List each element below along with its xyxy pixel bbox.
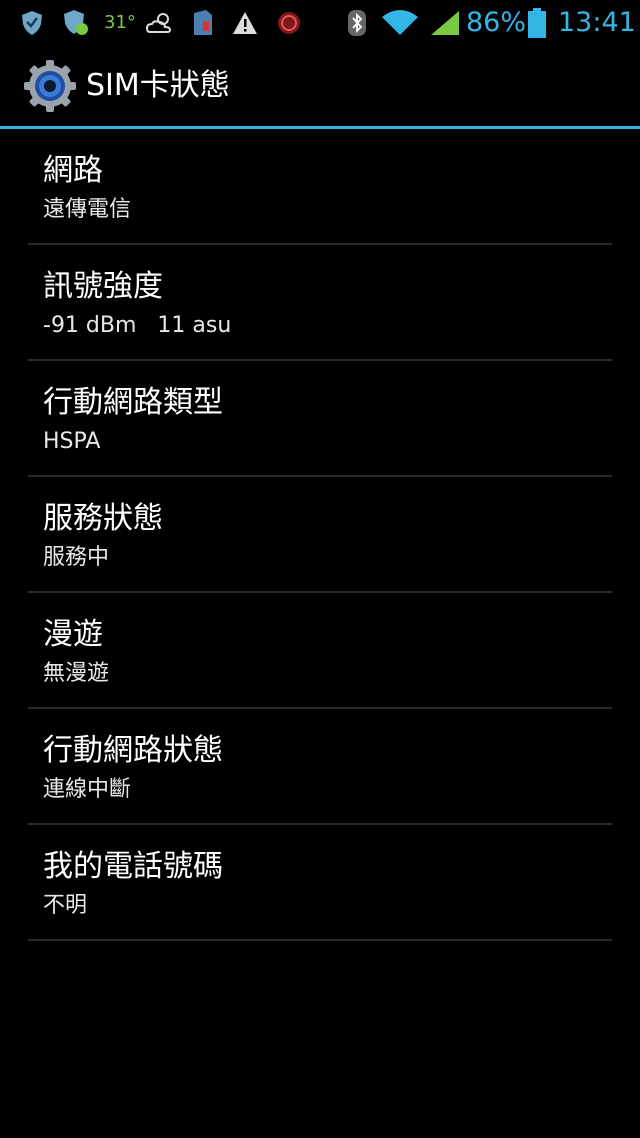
page-title: SIM卡狀態: [86, 68, 230, 103]
shield-check-icon: [62, 8, 90, 38]
item-title: 漫遊: [43, 617, 103, 652]
item-summary: 連線中斷: [43, 777, 132, 802]
list-item-roaming[interactable]: 漫遊 無漫遊: [28, 593, 612, 709]
sim-status-list: 網路 遠傳電信 訊號強度 -91 dBm 11 asu 行動網路類型 HSPA …: [28, 129, 612, 941]
temperature-text: 31°: [104, 12, 136, 33]
bluetooth-icon: [345, 8, 369, 38]
item-title: 訊號強度: [43, 269, 163, 304]
action-bar: SIM卡狀態: [0, 46, 640, 126]
item-summary: -91 dBm 11 asu: [43, 313, 232, 338]
list-item-phone-number[interactable]: 我的電話號碼 不明: [28, 825, 612, 941]
battery-percent: 86%: [466, 7, 527, 38]
warning-icon: [231, 8, 259, 38]
notification-badge-icon: [275, 8, 303, 38]
item-title: 我的電話號碼: [43, 849, 223, 884]
item-summary: 無漫遊: [43, 661, 110, 686]
item-summary: 不明: [43, 893, 88, 918]
battery-icon: [526, 8, 548, 38]
list-item-network[interactable]: 網路 遠傳電信: [28, 129, 612, 245]
sim-card-icon: [190, 8, 216, 38]
list-item-service-state[interactable]: 服務狀態 服務中: [28, 477, 612, 593]
item-title: 服務狀態: [43, 501, 163, 536]
item-summary: 服務中: [43, 545, 110, 570]
list-item-network-type[interactable]: 行動網路類型 HSPA: [28, 361, 612, 477]
shield-icon: [18, 8, 46, 38]
item-title: 行動網路類型: [43, 385, 223, 420]
item-summary: 遠傳電信: [43, 197, 132, 222]
item-title: 行動網路狀態: [43, 733, 223, 768]
weather-cloud-sun-icon: [145, 8, 175, 38]
clock: 13:41: [558, 7, 636, 38]
cell-signal-icon: [428, 8, 462, 38]
list-item-signal-strength[interactable]: 訊號強度 -91 dBm 11 asu: [28, 245, 612, 361]
list-item-data-state[interactable]: 行動網路狀態 連線中斷: [28, 709, 612, 825]
wifi-icon: [380, 8, 420, 38]
settings-gear-icon[interactable]: [22, 58, 78, 114]
item-title: 網路: [43, 153, 103, 188]
status-bar: 31° 86% 13:41: [0, 0, 640, 46]
item-summary: HSPA: [43, 429, 101, 454]
